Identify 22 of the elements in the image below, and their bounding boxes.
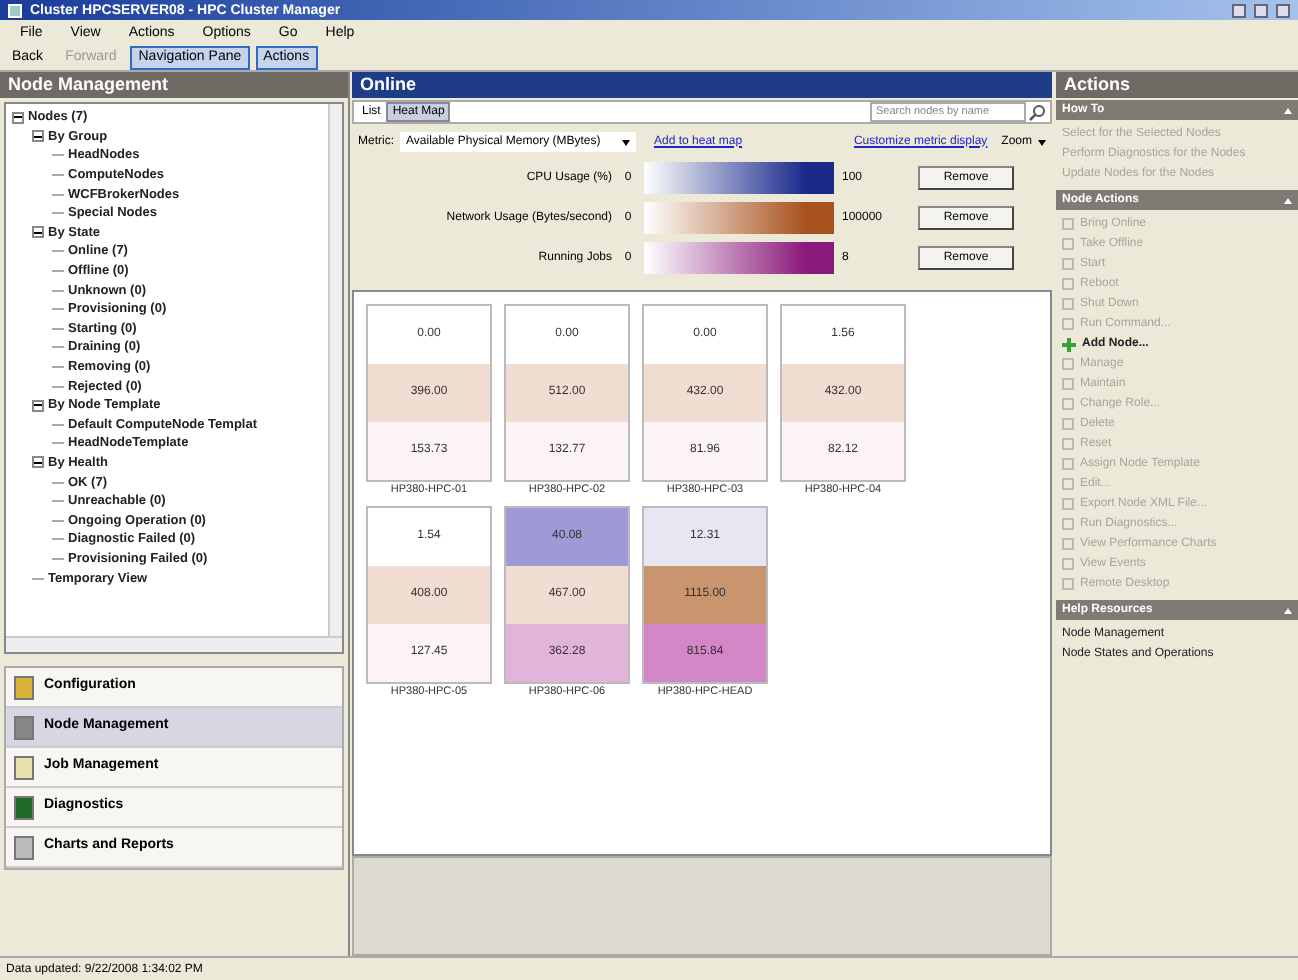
pane-header: Node Management [0, 72, 348, 98]
scrollbar[interactable] [328, 104, 342, 636]
collapse-icon[interactable] [32, 399, 44, 412]
section-icon [14, 715, 34, 739]
collapse-icon[interactable] [32, 226, 44, 239]
section-icon [14, 755, 34, 779]
plus-icon [1062, 337, 1076, 351]
search-icon[interactable] [1028, 103, 1046, 121]
close-button[interactable] [1276, 3, 1290, 17]
pane-header: Actions [1056, 72, 1298, 98]
collapse-icon[interactable] [12, 111, 24, 124]
section-icon [14, 835, 34, 859]
app-icon [8, 3, 22, 17]
collapse-icon[interactable] [32, 130, 44, 143]
maximize-button[interactable] [1254, 3, 1268, 17]
pane-header: Online [352, 72, 1052, 98]
caret-icon [622, 139, 630, 145]
section-icon [14, 675, 34, 699]
section-icon [14, 795, 34, 819]
scrollbar[interactable] [6, 636, 342, 652]
collapse-icon[interactable] [32, 456, 44, 469]
minimize-button[interactable] [1232, 3, 1246, 17]
